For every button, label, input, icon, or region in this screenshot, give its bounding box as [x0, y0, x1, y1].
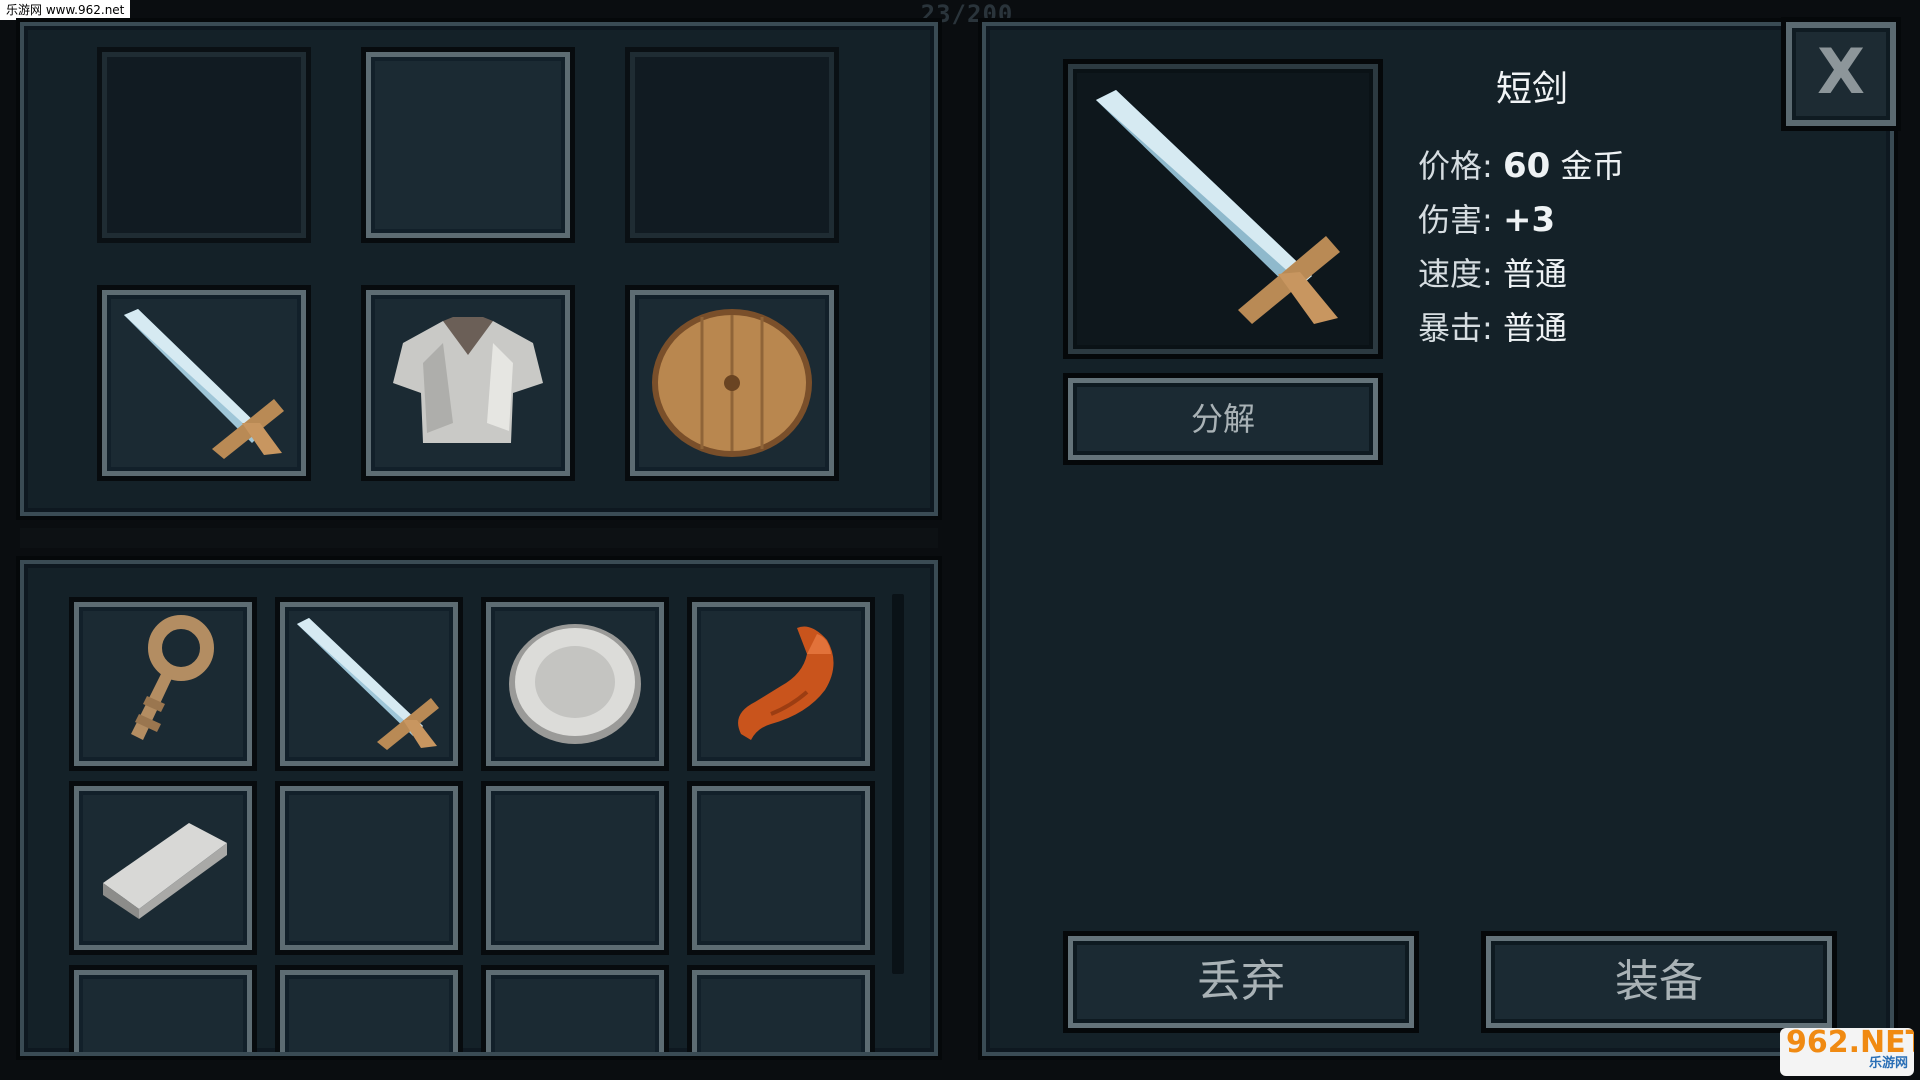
item-stats: 价格: 60 金币 伤害: +3 速度: 普通 暴击: 普通 [1418, 141, 1624, 357]
inventory-slot-9[interactable] [74, 970, 252, 1052]
sword-icon [124, 309, 284, 459]
silver-plate-icon [509, 624, 641, 744]
stat-speed-label: 速度: [1418, 255, 1493, 293]
sword-icon [1096, 90, 1340, 324]
inventory-slot-5[interactable] [74, 786, 252, 950]
inventory-slot-12[interactable] [692, 970, 870, 1052]
inventory-slot-8[interactable] [692, 786, 870, 950]
item-name: 短剑 [1496, 69, 1569, 110]
stat-price-label: 价格: [1418, 147, 1493, 185]
stat-price-unit: 金币 [1560, 147, 1625, 185]
decompose-button[interactable]: 分解 [1068, 378, 1378, 460]
item-preview [1068, 64, 1378, 354]
iron-ingot-icon [103, 823, 227, 919]
equip-slot-shield[interactable] [630, 290, 834, 476]
inventory-slot-10[interactable] [280, 970, 458, 1052]
watermark-bottom: 962.NET 乐游网 [1780, 1028, 1914, 1076]
inventory-slot-4[interactable] [692, 602, 870, 766]
stat-price-value: 60 [1502, 146, 1551, 186]
stat-damage: 伤害: +3 [1418, 195, 1624, 249]
equip-slot-empty-2[interactable] [366, 52, 570, 238]
equipment-panel [20, 22, 938, 516]
stat-crit: 暴击: 普通 [1418, 303, 1624, 357]
stat-crit-label: 暴击: [1418, 309, 1493, 347]
game-screen: 乐游网 www.962.net 23/200 短剑 价格: 60 金币 伤害: … [0, 0, 1920, 1080]
crab-claw-icon [738, 626, 834, 740]
inventory-slot-3[interactable] [486, 602, 664, 766]
stat-speed: 速度: 普通 [1418, 249, 1624, 303]
equip-slot-weapon[interactable] [102, 290, 306, 476]
inventory-slot-1[interactable] [74, 602, 252, 766]
sword-icon [297, 618, 439, 750]
equip-slot-armor[interactable] [366, 290, 570, 476]
stat-damage-value: +3 [1502, 200, 1556, 240]
inventory-slot-7[interactable] [486, 786, 664, 950]
equip-slot-empty-1[interactable] [102, 52, 306, 238]
item-detail-panel: 短剑 价格: 60 金币 伤害: +3 速度: 普通 暴击: 普通 分解 丢弃 … [982, 22, 1894, 1056]
equip-slot-empty-3[interactable] [630, 52, 834, 238]
drop-button[interactable]: 丢弃 [1068, 936, 1414, 1028]
inventory-scrollbar[interactable] [892, 594, 904, 974]
inventory-slot-2[interactable] [280, 602, 458, 766]
stat-crit-value: 普通 [1502, 309, 1567, 347]
panel-divider [20, 528, 938, 548]
armor-icon [393, 317, 543, 443]
inventory-slot-11[interactable] [486, 970, 664, 1052]
shield-icon [652, 309, 812, 457]
stat-speed-value: 普通 [1502, 255, 1567, 293]
key-icon [131, 615, 214, 740]
inventory-slot-6[interactable] [280, 786, 458, 950]
stat-price: 价格: 60 金币 [1418, 141, 1624, 195]
close-button[interactable]: X [1786, 22, 1896, 126]
inventory-panel [20, 560, 938, 1056]
stat-damage-label: 伤害: [1418, 201, 1493, 239]
watermark-top: 乐游网 www.962.net [0, 0, 131, 20]
equip-button[interactable]: 装备 [1486, 936, 1832, 1028]
